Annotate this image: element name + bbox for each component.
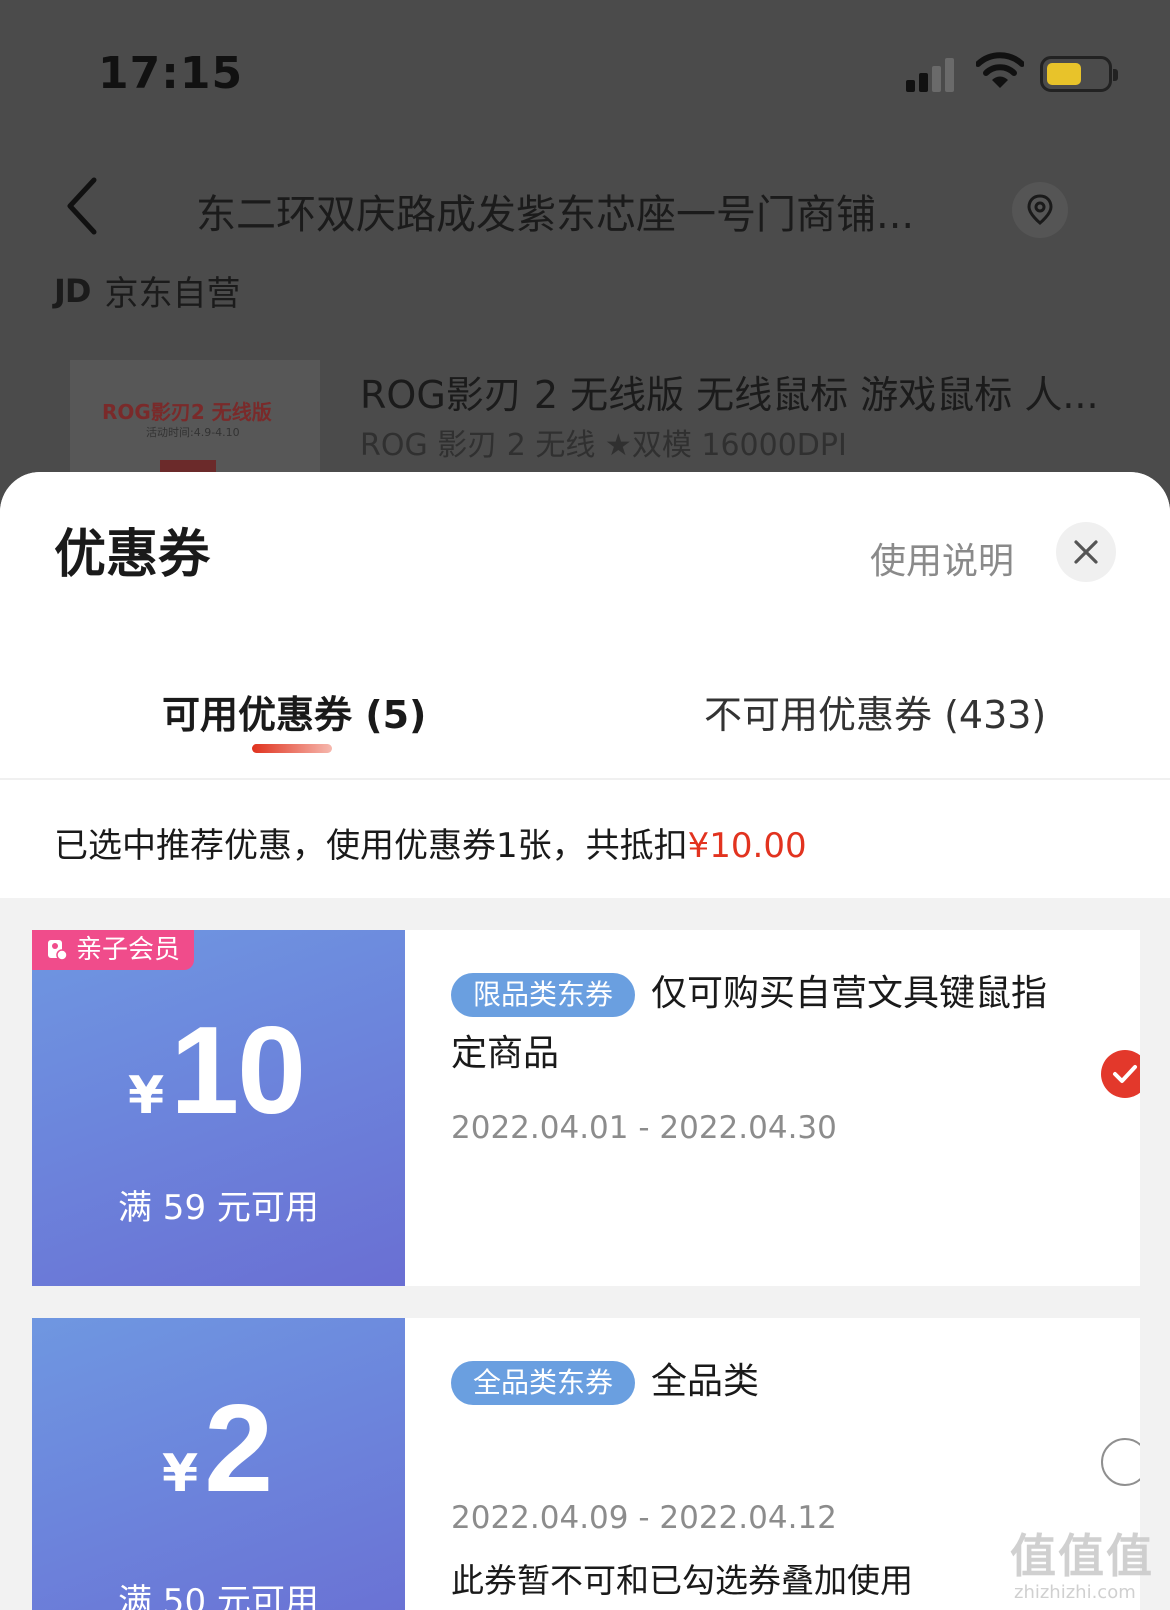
- amount-value: 2: [204, 1380, 273, 1518]
- coupon-condition: 满 59 元可用: [118, 1188, 319, 1228]
- close-button[interactable]: [1056, 522, 1116, 582]
- watermark: 值值值: [1010, 1529, 1154, 1583]
- currency-symbol: ¥: [128, 1066, 165, 1126]
- product-subtitle: ROG 影刃 2 无线 ★双模 16000DPI: [360, 428, 847, 463]
- amount-value: 10: [170, 1002, 306, 1140]
- coupon-validity: 2022.04.09 - 2022.04.12: [451, 1500, 837, 1536]
- summary-amount: ¥10.00: [687, 826, 807, 866]
- shop-name: 京东自营: [104, 274, 241, 314]
- jd-logo: JD: [54, 271, 91, 310]
- coupon-card[interactable]: ¥2 满 50 元可用 全品类东券 全品类 2022.04.09 - 2022.0…: [32, 1318, 1140, 1610]
- summary-text: 已选中推荐优惠，使用优惠券1张，共抵扣¥10.00: [54, 818, 807, 867]
- wifi-icon: [976, 52, 1024, 88]
- location-pin-icon: [1027, 194, 1053, 225]
- usage-instructions-link[interactable]: 使用说明: [870, 532, 1014, 584]
- family-member-icon: [48, 940, 68, 961]
- active-tab-indicator: [252, 744, 332, 753]
- shop-label: JD 京东自营: [54, 266, 240, 315]
- tab-available-coupons[interactable]: 可用优惠券 (5): [162, 684, 426, 739]
- coupon-description-block: 限品类东券 仅可购买自营文具键鼠指定商品: [451, 964, 1051, 1084]
- back-arrow-icon[interactable]: [62, 176, 106, 236]
- sheet-title: 优惠券: [54, 525, 211, 585]
- coupon-value-panel: 亲子会员 ¥10 满 59 元可用: [32, 930, 405, 1286]
- coupon-validity: 2022.04.01 - 2022.04.30: [451, 1110, 837, 1146]
- coupon-amount: ¥10: [128, 1000, 306, 1142]
- sheet-header: 优惠券 使用说明 可用优惠券 (5) 不可用优惠券 (433): [0, 472, 1170, 780]
- coupon-amount: ¥2: [162, 1378, 273, 1520]
- coupon-select-checkbox[interactable]: [1101, 1050, 1140, 1098]
- coupon-type-tag: 全品类东券: [451, 1361, 636, 1405]
- thumb-subtitle: 活动时间:4.9-4.10: [146, 426, 240, 439]
- coupon-condition: 满 50 元可用: [118, 1582, 319, 1610]
- tab-unavailable-coupons[interactable]: 不可用优惠券 (433): [704, 684, 1046, 739]
- battery-icon: [1040, 56, 1118, 92]
- watermark-domain: zhizhizhi.com: [1014, 1582, 1136, 1603]
- member-badge: 亲子会员: [32, 930, 195, 970]
- coupon-description-block: 全品类东券 全品类: [451, 1352, 1051, 1412]
- status-time: 17:15: [98, 48, 244, 99]
- coupon-details: 限品类东券 仅可购买自营文具键鼠指定商品 2022.04.01 - 2022.04…: [405, 930, 1140, 1286]
- location-button[interactable]: [1012, 182, 1068, 238]
- selection-summary: 已选中推荐优惠，使用优惠券1张，共抵扣¥10.00: [0, 780, 1170, 898]
- coupon-stacking-note: 此券暂不可和已勾选券叠加使用: [451, 1561, 913, 1600]
- coupon-sheet: 优惠券 使用说明 可用优惠券 (5) 不可用优惠券 (433) 已选中推荐优惠，…: [0, 472, 1170, 1610]
- currency-symbol: ¥: [162, 1444, 199, 1504]
- cellular-signal-icon: [906, 56, 960, 92]
- member-badge-label: 亲子会员: [76, 935, 181, 965]
- checkmark-icon: [1113, 1065, 1137, 1083]
- coupon-type-tag: 限品类东券: [451, 973, 636, 1017]
- delivery-address[interactable]: 东二环双庆路成发紫东芯座一号门商铺...: [196, 182, 966, 240]
- coupon-value-panel: ¥2 满 50 元可用: [32, 1318, 405, 1610]
- product-title: ROG影刃 2 无线版 无线鼠标 游戏鼠标 人...: [360, 373, 1099, 417]
- coupon-description: 全品类: [651, 1361, 760, 1402]
- background-page: 17:15 东二环双庆路成发紫东芯座一号门商铺... JD 京东自营 ROG影刃…: [0, 0, 1170, 520]
- thumb-title: ROG影刃2 无线版: [102, 400, 272, 424]
- summary-label: 已选中推荐优惠，使用优惠券1张，共抵扣: [54, 826, 688, 866]
- coupon-card[interactable]: 亲子会员 ¥10 满 59 元可用 限品类东券 仅可购买自营文具键鼠指定商品 20…: [32, 930, 1140, 1286]
- coupon-select-checkbox[interactable]: [1101, 1438, 1140, 1486]
- close-icon: [1074, 540, 1098, 564]
